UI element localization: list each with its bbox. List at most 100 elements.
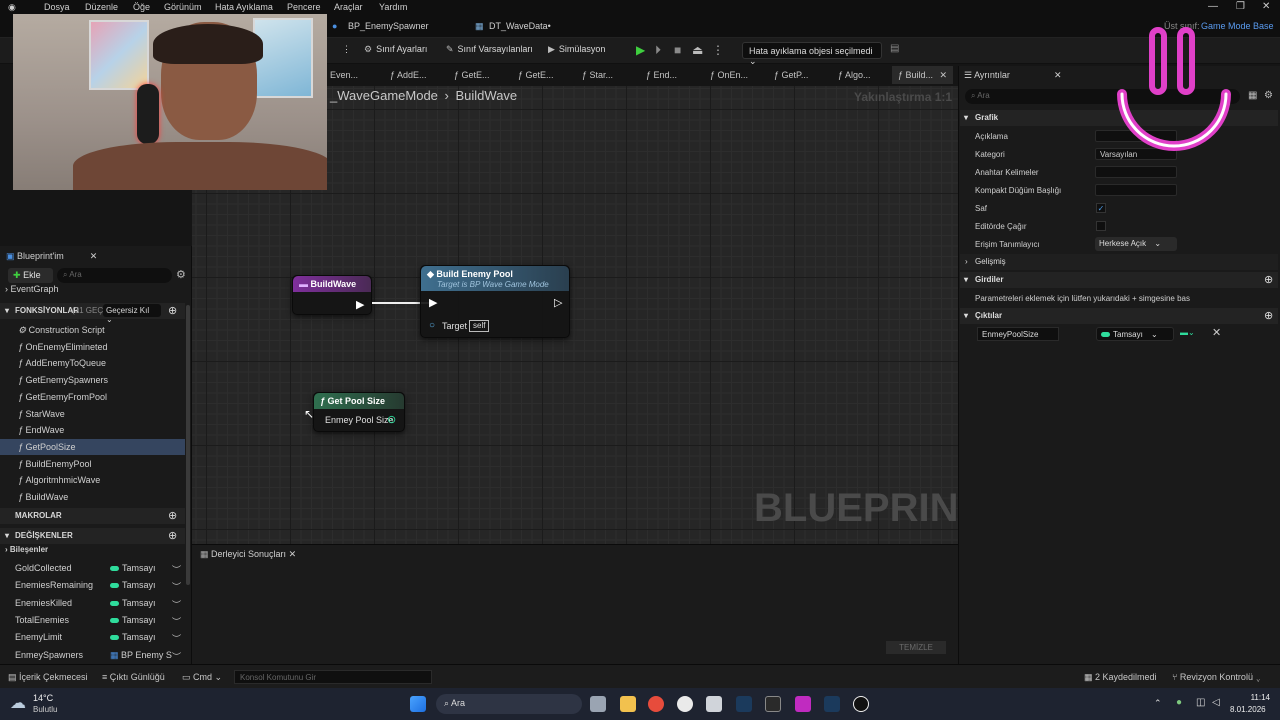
menu-edit[interactable]: Düzenle: [85, 2, 118, 12]
function-item[interactable]: ƒ GetPoolSize: [0, 438, 185, 455]
app-icon[interactable]: [677, 696, 693, 712]
graph-tab-get-enemy-2[interactable]: ƒ GetE...: [518, 70, 554, 80]
cmd-dropdown[interactable]: ▭ Cmd ⌄: [182, 672, 222, 683]
chrome-icon[interactable]: [648, 696, 664, 712]
close-window-icon[interactable]: ✕: [1262, 1, 1270, 12]
details-tab[interactable]: ☰ Ayrıntılar ✕: [964, 70, 1061, 81]
output-type-select[interactable]: Tamsayı ⌄: [1096, 327, 1174, 341]
visibility-eye-icon[interactable]: ︶: [172, 580, 181, 593]
eject-icon[interactable]: ⏏: [692, 43, 703, 57]
exec-out-pin[interactable]: ▶: [356, 298, 364, 311]
event-graph-item[interactable]: › EventGraph: [0, 284, 185, 300]
settings-gear-icon[interactable]: ⚙: [1264, 90, 1273, 101]
simulation-button[interactable]: ▶ Simülasyon: [548, 44, 605, 55]
visibility-eye-icon[interactable]: ︶: [172, 598, 181, 611]
inputs-section-header[interactable]: ▾ Girdiler ⊕: [960, 272, 1278, 288]
menu-window[interactable]: Pencere: [287, 2, 321, 12]
function-entry-node[interactable]: ▬ BuildWave ▶: [292, 275, 372, 315]
clock-date[interactable]: 8.01.2026: [1230, 705, 1266, 714]
blueprint-search-input[interactable]: ⌕ Ara: [57, 268, 172, 283]
target-self-value[interactable]: self: [469, 320, 490, 332]
menu-file[interactable]: Dosya: [44, 2, 70, 12]
steam-icon-2[interactable]: [824, 696, 840, 712]
visibility-eye-icon[interactable]: ︶: [172, 632, 181, 645]
function-item[interactable]: ƒ OnEnemyElimineted: [0, 339, 185, 355]
windows-start-icon[interactable]: [410, 696, 426, 712]
graph-tab-event[interactable]: Even...: [330, 70, 358, 80]
graph-tab-on-enemy[interactable]: ƒ OnEn...: [710, 70, 748, 80]
class-settings-button[interactable]: ⚙ Sınıf Ayarları: [364, 44, 427, 55]
advanced-section[interactable]: › Gelişmiş: [960, 254, 1278, 270]
unreal-logo-icon[interactable]: ◉: [8, 2, 16, 13]
menu-view[interactable]: Görünüm: [164, 2, 202, 12]
compact-title-field[interactable]: [1095, 184, 1177, 196]
function-item[interactable]: ƒ StarWave: [0, 406, 185, 422]
function-item[interactable]: ƒ BuildEnemyPool: [0, 456, 185, 472]
keywords-field[interactable]: [1095, 166, 1177, 178]
add-function-icon[interactable]: ⊕: [168, 304, 177, 317]
revision-control-button[interactable]: ⑂ Revizyon Kontrolü ⌄: [1172, 672, 1261, 682]
macros-section-header[interactable]: MAKROLAR ⊕: [0, 508, 185, 524]
settings-gear-icon[interactable]: ⚙: [176, 268, 186, 281]
variables-section-header[interactable]: ▾ DEĞİŞKENLER ⊕: [0, 528, 185, 544]
debug-filter-icon[interactable]: ▤: [890, 43, 899, 54]
compiler-results-tab[interactable]: ▦ Derleyici Sonuçları ✕: [200, 549, 296, 560]
add-output-icon[interactable]: ⊕: [1264, 309, 1273, 322]
menu-help[interactable]: Yardım: [379, 2, 407, 12]
graph-tab-star[interactable]: ƒ Star...: [582, 70, 613, 80]
graph-tab-build-wave[interactable]: ƒ Build... ✕: [892, 66, 954, 84]
close-panel-icon[interactable]: ✕: [90, 251, 98, 261]
twitch-icon[interactable]: [795, 696, 811, 712]
target-pin[interactable]: ○: [429, 320, 435, 331]
variable-item[interactable]: EnemyLimit Tamsayı ︶: [0, 629, 185, 645]
network-icon[interactable]: ◫: [1196, 697, 1205, 708]
access-specifier-select[interactable]: Herkese Açık ⌄: [1095, 237, 1177, 251]
variable-item[interactable]: EnmeySpawners ▦ BP Enemy S ︶: [0, 647, 185, 663]
doc-tab-wave-data[interactable]: DT_WaveData•: [489, 21, 551, 31]
graph-tab-algo[interactable]: ƒ Algo...: [838, 70, 871, 80]
int-output-pin[interactable]: ⊙: [387, 413, 396, 426]
close-tab-icon[interactable]: ✕: [940, 70, 948, 80]
clock-time[interactable]: 11:14: [1244, 693, 1270, 702]
class-defaults-button[interactable]: ✎ Sınıf Varsayılanları: [446, 44, 533, 55]
remove-output-icon[interactable]: ✕: [1212, 326, 1221, 339]
file-explorer-icon[interactable]: [620, 696, 636, 712]
menu-asset[interactable]: Öğe: [133, 2, 150, 12]
close-tab-icon[interactable]: ✕: [289, 549, 297, 559]
outputs-section-header[interactable]: ▾ Çıktılar ⊕: [960, 308, 1278, 324]
play-icon[interactable]: ▶: [636, 43, 645, 57]
call-in-editor-checkbox[interactable]: [1096, 221, 1106, 231]
variable-item[interactable]: EnemiesRemaining Tamsayı ︶: [0, 577, 185, 593]
close-panel-icon[interactable]: ✕: [1054, 70, 1062, 80]
minimize-icon[interactable]: —: [1208, 1, 1218, 12]
graph-tab-get-pool[interactable]: ƒ GetP...: [774, 70, 808, 80]
play-options-icon[interactable]: ⋮: [712, 43, 724, 57]
components-category[interactable]: › Bileşenler: [0, 545, 185, 561]
function-item[interactable]: ƒ AlgoritmhmicWave: [0, 472, 185, 488]
functions-section-header[interactable]: ▾ FONKSİYONLAR (31 GEÇE Geçersiz Kıl ⌄ ⊕: [0, 303, 185, 324]
menu-debug[interactable]: Hata Ayıklama: [215, 2, 273, 12]
graph-tab-get-enemy-1[interactable]: ƒ GetE...: [454, 70, 490, 80]
add-button[interactable]: ✚ Ekle: [8, 268, 53, 283]
stop-icon[interactable]: ■: [674, 43, 681, 57]
function-item[interactable]: ƒ AddEnemyToQueue: [0, 355, 185, 371]
step-icon[interactable]: ⏵: [655, 43, 661, 58]
output-log-button[interactable]: ≡ Çıktı Günlüğü: [102, 672, 165, 682]
add-input-icon[interactable]: ⊕: [1264, 273, 1273, 286]
graph-tab-add-enemy[interactable]: ƒ AddE...: [390, 70, 427, 80]
function-item[interactable]: ƒ GetEnemySpawners: [0, 372, 185, 388]
exec-out-pin[interactable]: ▷: [554, 296, 562, 309]
function-item[interactable]: ⚙ Construction Script: [0, 322, 185, 338]
debug-object-select[interactable]: Hata ayıklama objesi seçilmedi ⌄: [742, 42, 882, 66]
visibility-eye-icon[interactable]: ︶: [172, 615, 181, 628]
unsaved-button[interactable]: ▦ 2 Kaydedilmedi: [1084, 672, 1157, 683]
function-item[interactable]: ƒ GetEnemyFromPool: [0, 389, 185, 405]
visibility-eye-icon[interactable]: ︶: [172, 563, 181, 576]
output-name-field[interactable]: EnmeyPoolSize: [977, 327, 1059, 341]
doc-tab-enemy-spawner[interactable]: BP_EnemySpawner: [348, 21, 429, 31]
left-panel-scrollbar[interactable]: [186, 305, 190, 585]
breadcrumb-parent[interactable]: _WaveGameMode: [330, 88, 438, 103]
override-dropdown[interactable]: Geçersiz Kıl ⌄: [103, 304, 161, 324]
variable-item[interactable]: GoldCollected Tamsayı ︶: [0, 560, 185, 576]
variable-item[interactable]: EnemiesKilled Tamsayı ︶: [0, 595, 185, 611]
